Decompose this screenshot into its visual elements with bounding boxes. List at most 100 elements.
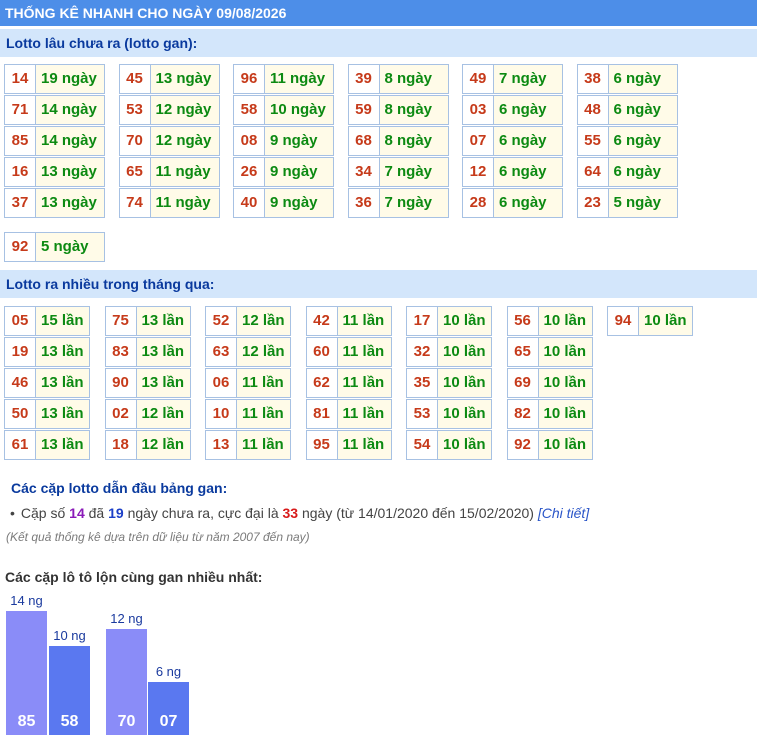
stat-cell: 90 13 lần — [104, 368, 191, 398]
lotto-count: 10 lần — [438, 400, 491, 428]
lotto-number: 74 — [120, 189, 151, 217]
lotto-number: 90 — [106, 369, 137, 397]
lotto-number: 39 — [349, 65, 380, 93]
lotto-count: 13 lần — [36, 431, 89, 459]
lotto-number: 60 — [307, 338, 338, 366]
lotto-count: 13 ngày — [150, 65, 219, 93]
stat-cell: 68 8 ngày — [347, 126, 449, 156]
stat-cell: 42 11 lần — [305, 306, 392, 336]
lotto-count: 13 lần — [36, 369, 89, 397]
pairs-heading: Các cặp lotto dẫn đầu bảng gan: — [11, 480, 228, 496]
bar-value-label: 12 ng — [110, 611, 143, 626]
detail-link[interactable]: [Chi tiết] — [538, 505, 589, 521]
lotto-count: 11 ngày — [150, 189, 219, 217]
lotto-number: 53 — [120, 96, 151, 124]
stat-cell: 13 11 lần — [205, 430, 291, 460]
gan-section-heading: Lotto lâu chưa ra (lotto gan): — [0, 29, 757, 57]
lotto-number: 54 — [407, 431, 438, 459]
lotto-count: 12 lần — [136, 400, 190, 428]
lotto-count: 10 lần — [438, 307, 491, 335]
lotto-number: 14 — [5, 65, 36, 93]
bar-85: 85 — [6, 611, 47, 735]
lotto-number: 38 — [578, 65, 609, 93]
lotto-count: 6 ngày — [494, 158, 562, 186]
stat-cell: 40 9 ngày — [233, 188, 334, 218]
stat-cell: 26 9 ngày — [233, 157, 334, 187]
lotto-number: 17 — [407, 307, 438, 335]
lotto-number: 06 — [206, 369, 237, 397]
lotto-number: 50 — [5, 400, 36, 428]
lotto-number: 02 — [106, 400, 137, 428]
lotto-count: 12 lần — [237, 338, 290, 366]
pairs-text3: ngày chưa ra, cực đại là — [127, 505, 279, 521]
data-note: (Kết quả thống kê dựa trên dữ liệu từ nă… — [6, 530, 310, 544]
nhieu-section-heading: Lotto ra nhiều trong tháng qua: — [0, 270, 757, 298]
lotto-number: 46 — [5, 369, 36, 397]
lotto-number: 85 — [5, 127, 36, 155]
lotto-number: 82 — [508, 400, 539, 428]
lotto-number: 75 — [106, 307, 137, 335]
lotto-count: 8 ngày — [379, 65, 448, 93]
lotto-number: 92 — [508, 431, 539, 459]
stat-cell: 60 11 lần — [305, 337, 392, 367]
bar-70: 70 — [106, 629, 147, 735]
stat-cell: 83 13 lần — [104, 337, 191, 367]
chart-heading: Các cặp lô tô lộn cùng gan nhiều nhất: — [5, 569, 263, 585]
lotto-number: 23 — [578, 189, 609, 217]
lotto-number: 96 — [234, 65, 265, 93]
bar-58: 58 — [49, 646, 90, 735]
lotto-number: 37 — [5, 189, 36, 217]
lotto-count: 11 lần — [337, 369, 391, 397]
lotto-count: 11 lần — [237, 369, 290, 397]
lotto-number: 48 — [578, 96, 609, 124]
stat-cell: 53 10 lần — [406, 399, 492, 429]
lotto-count: 12 lần — [237, 307, 290, 335]
lotto-count: 13 ngày — [36, 189, 104, 217]
stat-cell: 46 13 lần — [4, 368, 90, 398]
lotto-count: 6 ngày — [608, 158, 677, 186]
lotto-count: 13 lần — [136, 338, 190, 366]
stat-cell: 69 10 lần — [506, 368, 593, 398]
lotto-count: 10 lần — [438, 431, 491, 459]
stat-cell: 92 10 lần — [506, 430, 593, 460]
lotto-count: 12 ngày — [150, 96, 219, 124]
lotto-number: 70 — [120, 127, 151, 155]
lotto-count: 13 lần — [36, 338, 89, 366]
lotto-number: 81 — [307, 400, 338, 428]
lotto-number: 59 — [349, 96, 380, 124]
lotto-number: 32 — [407, 338, 438, 366]
stat-cell: 94 10 lần — [607, 306, 693, 336]
lotto-number: 18 — [106, 431, 137, 459]
lotto-number: 58 — [234, 96, 265, 124]
lotto-count: 6 ngày — [608, 65, 677, 93]
stat-cell: 34 7 ngày — [347, 157, 449, 187]
lotto-number: 68 — [349, 127, 380, 155]
stat-cell: 85 14 ngày — [4, 126, 105, 156]
lotto-number: 69 — [508, 369, 539, 397]
stat-cell: 75 13 lần — [104, 306, 191, 336]
lotto-number: 53 — [407, 400, 438, 428]
lotto-number: 07 — [463, 127, 494, 155]
lotto-number: 52 — [206, 307, 237, 335]
stat-cell: 39 8 ngày — [347, 64, 449, 94]
stat-cell: 38 6 ngày — [576, 64, 678, 94]
lotto-count: 10 lần — [538, 431, 592, 459]
stat-cell: 02 12 lần — [104, 399, 191, 429]
lotto-number: 08 — [234, 127, 265, 155]
lotto-number: 92 — [5, 233, 36, 261]
lotto-count: 6 ngày — [608, 96, 677, 124]
lotto-count: 11 lần — [337, 400, 391, 428]
stat-cell: 50 13 lần — [4, 399, 90, 429]
stat-cell: 53 12 ngày — [118, 95, 220, 125]
lotto-count: 10 lần — [438, 338, 491, 366]
stat-cell: 63 12 lần — [205, 337, 291, 367]
lotto-count: 13 lần — [136, 307, 190, 335]
lotto-count: 9 ngày — [265, 158, 333, 186]
lotto-number: 45 — [120, 65, 151, 93]
stat-cell: 35 10 lần — [406, 368, 492, 398]
bar-value-label: 10 ng — [53, 628, 86, 643]
lotto-count: 7 ngày — [494, 65, 562, 93]
lotto-number: 26 — [234, 158, 265, 186]
stat-cell: 23 5 ngày — [576, 188, 678, 218]
lotto-count: 19 ngày — [36, 65, 104, 93]
